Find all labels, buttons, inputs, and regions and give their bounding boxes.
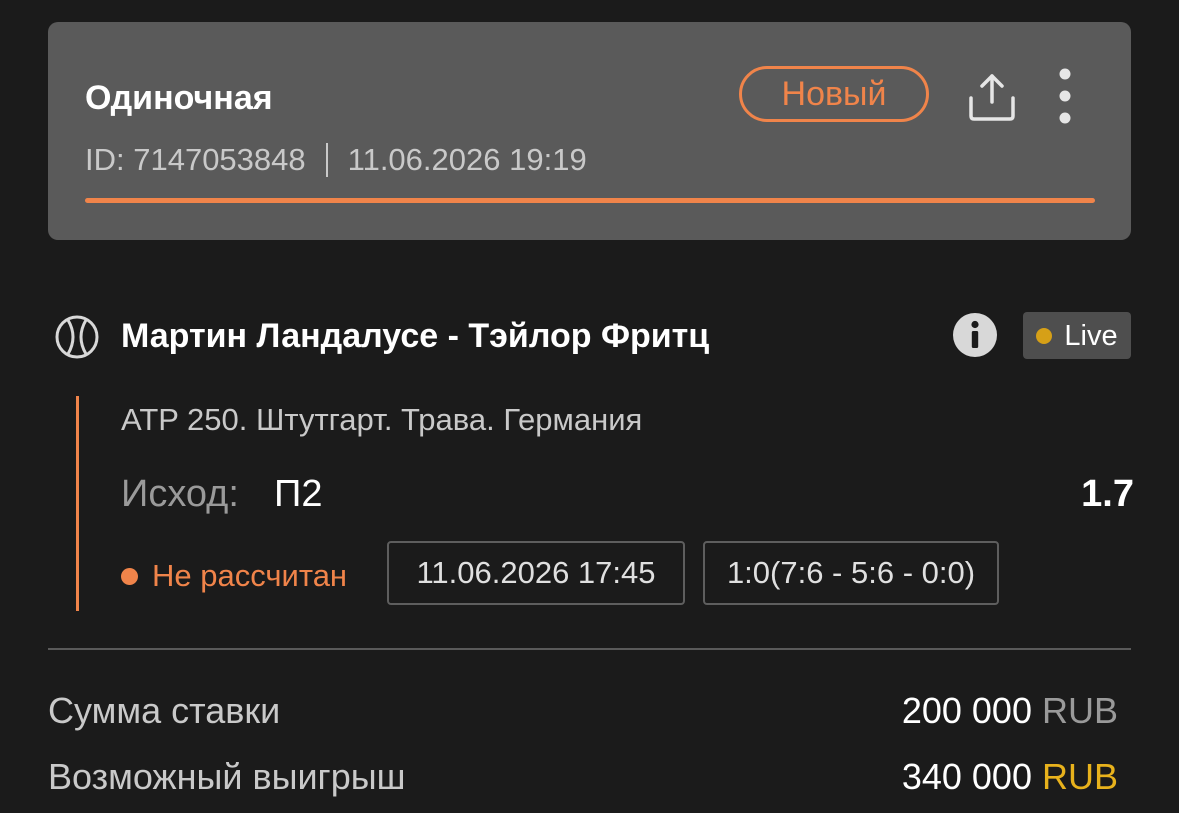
bet-datetime: 11.06.2026 19:19	[347, 142, 587, 177]
potential-win-amount: 340 000	[901, 756, 1032, 797]
more-options-button[interactable]	[1048, 66, 1082, 128]
status-badge: Новый	[739, 66, 929, 122]
tournament-name: ATP 250. Штутгарт. Трава. Германия	[121, 402, 643, 437]
bet-meta: ID: 7147053848 11.06.2026 19:19	[85, 140, 587, 180]
event-title[interactable]: Мартин Ландалусе - Тэйлор Фритц	[121, 314, 709, 358]
odds-value: 1.7	[1081, 473, 1134, 515]
bet-progress-fill	[85, 198, 1095, 203]
info-button[interactable]	[952, 312, 998, 358]
score-chip: 1:0(7:6 - 5:6 - 0:0)	[703, 541, 999, 605]
stake-value: 200 000 RUB	[902, 686, 1118, 736]
live-badge: Live	[1023, 312, 1131, 359]
meta-divider	[325, 143, 328, 177]
more-vertical-icon	[1059, 68, 1071, 124]
section-divider	[48, 648, 1131, 650]
live-label: Live	[1064, 319, 1118, 352]
tennis-ball-icon	[55, 315, 99, 359]
bet-id: ID: 7147053848	[85, 142, 306, 177]
event-time-chip: 11.06.2026 17:45	[387, 541, 685, 605]
stake-currency: RUB	[1041, 690, 1118, 731]
stake-row: Сумма ставки 200 000 RUB	[48, 686, 1118, 736]
potential-win-currency: RUB	[1041, 756, 1118, 797]
outcome-value: П2	[274, 473, 323, 515]
event-header: Мартин Ландалусе - Тэйлор Фритц Live	[54, 312, 1131, 360]
stake-amount: 200 000	[901, 690, 1032, 731]
settlement-text: Не рассчитан	[152, 558, 348, 593]
info-icon	[953, 313, 997, 357]
settlement-dot	[121, 567, 138, 585]
stake-label: Сумма ставки	[48, 690, 281, 731]
settlement-status: Не рассчитан	[121, 554, 347, 598]
potential-win-row: Возможный выигрыш 340 000 RUB	[48, 752, 1118, 802]
outcome-label: Исход:	[121, 473, 239, 515]
bet-header-card: Одиночная ID: 7147053848 11.06.2026 19:1…	[48, 22, 1131, 240]
bet-progress-bar	[85, 198, 1095, 203]
event-details: ATP 250. Штутгарт. Трава. Германия Исход…	[76, 396, 1134, 611]
share-button[interactable]	[966, 68, 1018, 124]
live-dot	[1036, 327, 1053, 344]
potential-win-label: Возможный выигрыш	[48, 756, 406, 797]
bet-type-title: Одиночная	[85, 79, 273, 117]
potential-win-value: 340 000 RUB	[902, 752, 1118, 802]
share-icon	[969, 74, 1015, 121]
